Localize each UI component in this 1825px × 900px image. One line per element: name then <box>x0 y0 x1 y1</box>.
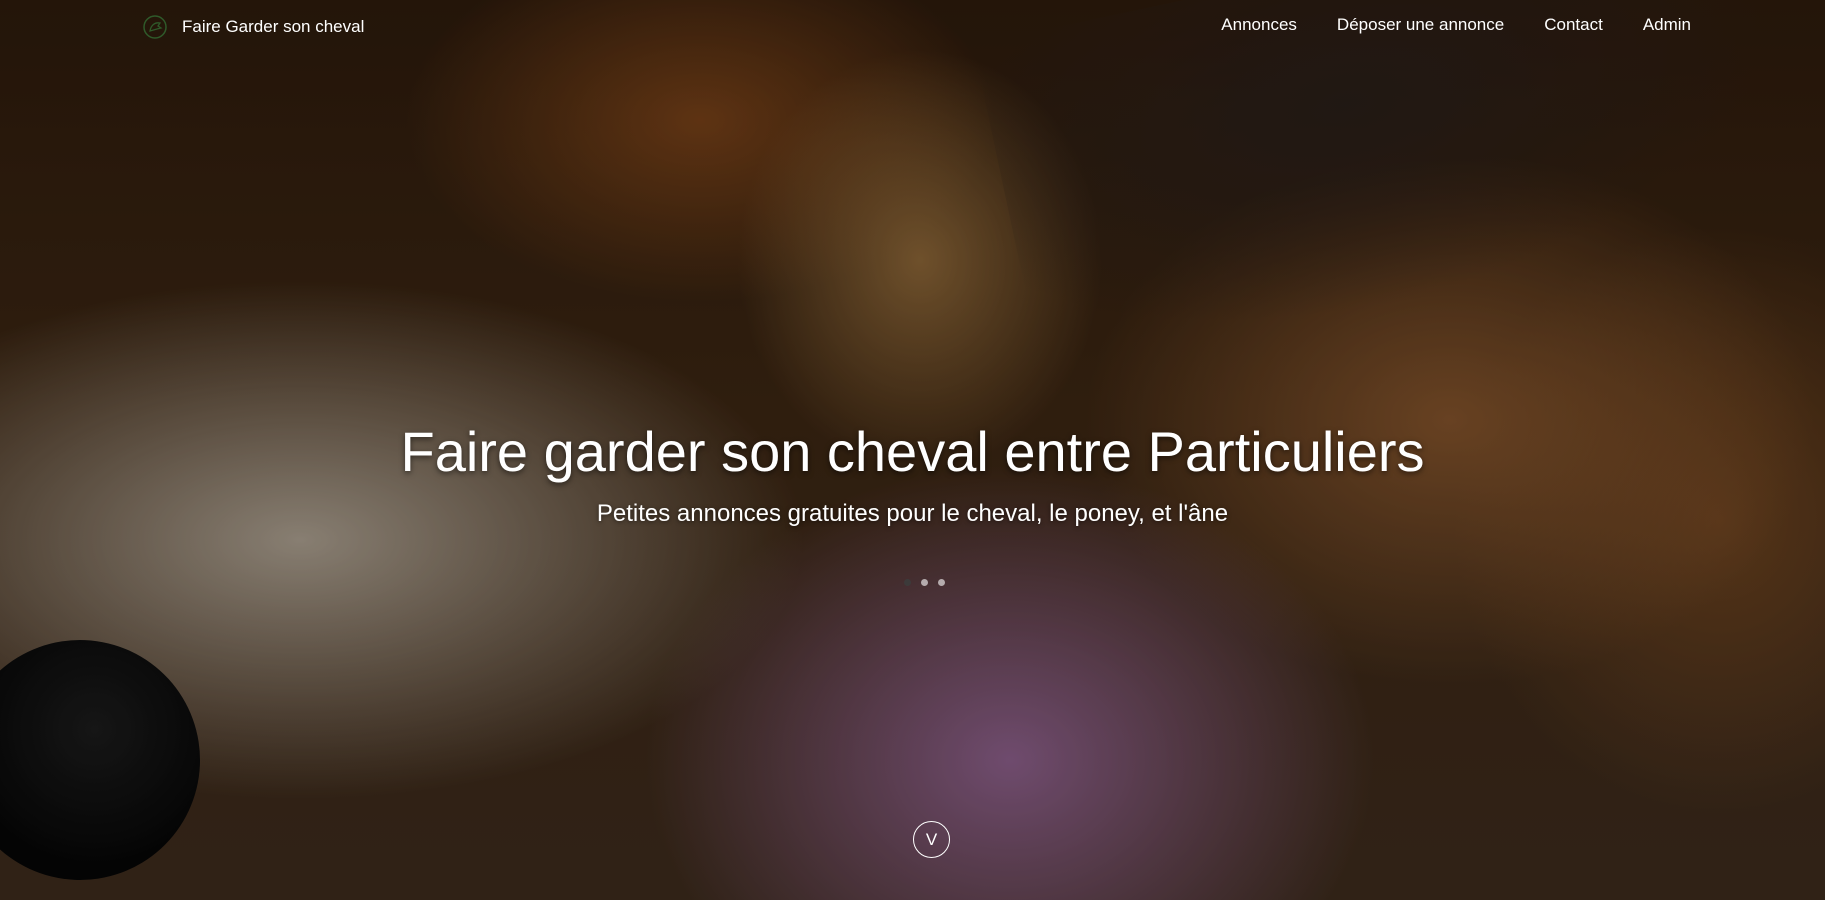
brand-name: Faire Garder son cheval <box>182 17 365 36</box>
hero-background-image <box>973 0 1807 378</box>
scroll-down-button[interactable]: V <box>913 821 950 858</box>
brand[interactable]: Faire Garder son cheval <box>142 14 364 40</box>
hero-background-brush <box>0 606 234 900</box>
hero-subtitle: Petites annonces gratuites pour le cheva… <box>596 500 1229 528</box>
hero-title: Faire garder son cheval entre Particulie… <box>400 420 1425 483</box>
nav-link-contact[interactable]: Contact <box>1544 15 1603 35</box>
carousel-indicators <box>904 579 945 586</box>
nav-link-admin[interactable]: Admin <box>1643 15 1691 35</box>
horse-head-icon <box>143 15 167 39</box>
carousel-indicator-2[interactable] <box>921 579 928 586</box>
carousel-indicator-3[interactable] <box>938 579 945 586</box>
carousel-indicator-1[interactable] <box>904 579 911 586</box>
hero-caption: Faire garder son cheval entre Particulie… <box>0 420 1825 528</box>
top-navbar: Faire Garder son cheval Annonces Déposer… <box>0 0 1825 54</box>
nav-links: Annonces Déposer une annonce Contact Adm… <box>1221 15 1691 35</box>
nav-link-deposer-annonce[interactable]: Déposer une annonce <box>1337 15 1504 35</box>
hero-section: Faire Garder son cheval Annonces Déposer… <box>0 0 1825 900</box>
nav-link-annonces[interactable]: Annonces <box>1221 15 1297 35</box>
